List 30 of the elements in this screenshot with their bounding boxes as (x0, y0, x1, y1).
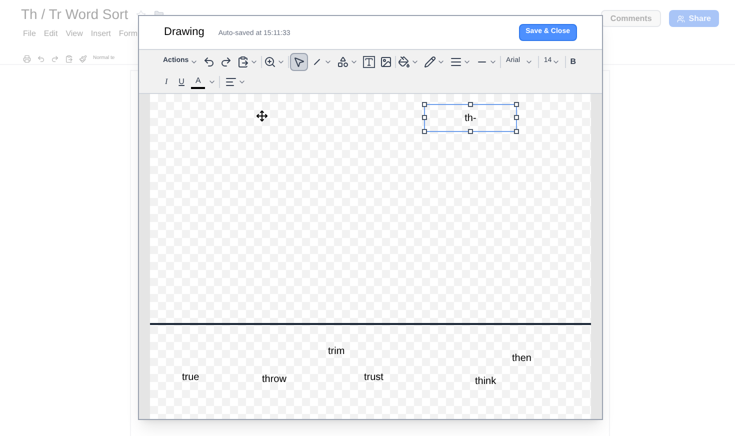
underline-button[interactable]: U (174, 76, 188, 88)
line-weight-icon (450, 56, 462, 68)
document-title: Th / Tr Word Sort (21, 5, 128, 24)
paste-icon (236, 56, 249, 68)
image-icon (380, 56, 392, 68)
dropdown-caret-icon (238, 78, 246, 86)
word-text[interactable]: throw (262, 372, 286, 387)
align-icon (224, 76, 237, 88)
people-icon (676, 14, 685, 22)
dialog-title: Drawing (164, 25, 204, 40)
word-text[interactable]: true (182, 370, 200, 385)
bold-button[interactable]: B (566, 52, 580, 70)
text-box-icon (362, 56, 375, 68)
move-cursor-icon (256, 110, 268, 122)
select-tool[interactable] (290, 52, 308, 70)
word-text[interactable]: then (512, 351, 532, 366)
undo-icon (202, 56, 215, 68)
pencil-icon (424, 56, 436, 68)
zoom-icon (264, 56, 276, 68)
shapes-icon (336, 56, 349, 68)
word-text[interactable]: think (475, 374, 496, 389)
redo-icon (220, 56, 232, 68)
italic-button[interactable]: I (161, 76, 172, 88)
selected-text-box[interactable]: th- (424, 104, 517, 132)
word-text[interactable]: trust (364, 370, 384, 385)
dropdown-caret-icon (208, 78, 216, 86)
text-color-button[interactable]: A (191, 75, 205, 89)
pointer-icon (292, 56, 305, 68)
word-text[interactable]: trim (328, 344, 345, 359)
paint-bucket-icon (398, 56, 410, 68)
